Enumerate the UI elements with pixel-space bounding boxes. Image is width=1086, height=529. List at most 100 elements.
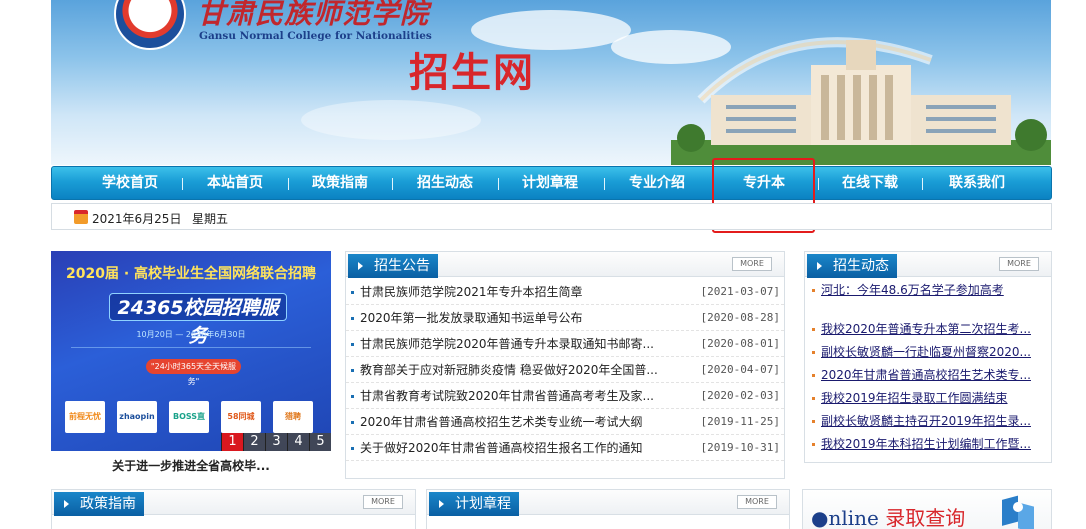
triangle-right-icon <box>817 262 822 270</box>
slider-logo-tiles: 前程无忧 zhaopin BOSS直聘 58同城 猎聘 <box>65 401 325 435</box>
slider-tile: zhaopin <box>117 401 157 433</box>
image-slider[interactable]: 2020届 · 高校毕业生全国网络联合招聘 24365校园招聘服务 10月20日… <box>51 251 331 451</box>
list-item[interactable]: 甘肃省教育考试院致2020年甘肃省普通高考考生及家... [2020-02-03] <box>346 383 784 409</box>
list-item[interactable]: 2020年第一批发放录取通知书运单号公布 [2020-08-28] <box>346 305 784 331</box>
dynamics-tab[interactable]: 招生动态 <box>807 254 897 278</box>
list-item-title: 2020年甘肃省普通高校招生艺术类专业统一考试大纲 <box>360 415 643 429</box>
nav-item-download[interactable]: 在线下载 <box>820 167 920 199</box>
nav-item-majors[interactable]: 专业介绍 <box>607 167 707 199</box>
list-item[interactable]: 甘肃民族师范学院2020年普通专升本录取通知书邮寄... [2020-08-01] <box>346 331 784 357</box>
plans-tab[interactable]: 计划章程 <box>429 492 519 516</box>
slider-caption[interactable]: 关于进一步推进全省高校毕... <box>51 457 331 474</box>
banner-cloud <box>301 100 481 140</box>
list-item-date: [2020-04-07] <box>700 363 780 376</box>
bullet-icon <box>812 328 815 331</box>
list-item-title: 我校2019年本科招生计划编制工作暨... <box>821 437 1031 451</box>
list-item[interactable]: 关于做好2020年甘肃省普通高校招生报名工作的通知 [2019-10-31] <box>346 435 784 461</box>
policy-tab[interactable]: 政策指南 <box>54 492 144 516</box>
slider-page-3[interactable]: 3 <box>265 433 287 451</box>
list-item-title: 甘肃民族师范学院2021年专升本招生简章 <box>360 285 583 299</box>
nav-separator <box>182 178 183 190</box>
nav-item-school-home[interactable]: 学校首页 <box>80 167 180 199</box>
slider-date-range: 10月20日 — 2020年6月30日 <box>136 330 246 339</box>
notices-tab[interactable]: 招生公告 <box>348 254 438 278</box>
bullet-icon <box>351 317 354 320</box>
calendar-icon <box>74 210 88 224</box>
notices-more-button[interactable]: MORE <box>732 257 772 271</box>
list-item-title: 我校2019年招生录取工作圆满结束 <box>821 391 1008 405</box>
list-item[interactable]: 副校长敏贤麟主持召开2019年招生录... <box>805 410 1051 433</box>
nav-item-site-home[interactable]: 本站首页 <box>185 167 285 199</box>
list-item-title: 副校长敏贤麟一行赴临夏州督察2020... <box>821 345 1031 359</box>
list-item-date: [2020-08-01] <box>700 337 780 350</box>
slider-divider <box>71 347 311 348</box>
nav-item-contact[interactable]: 联系我们 <box>924 167 1030 199</box>
slider-page-1[interactable]: 1 <box>221 433 243 451</box>
list-item[interactable]: 我校2020年普通专升本第二次招生考... <box>805 318 1051 341</box>
plans-more-button[interactable]: MORE <box>737 495 777 509</box>
list-item[interactable]: 副校长敏贤麟一行赴临夏州督察2020... <box>805 341 1051 364</box>
panel-header: 招生动态 MORE <box>805 252 1051 278</box>
list-item[interactable]: 甘肃民族师范学院2021年专升本招生简章 [2021-03-07] <box>346 279 784 305</box>
policy-more-button[interactable]: MORE <box>363 495 403 509</box>
nav-separator <box>288 178 289 190</box>
triangle-right-icon <box>358 262 363 270</box>
dynamics-more-button[interactable]: MORE <box>999 257 1039 271</box>
slider-tile: 前程无忧 <box>65 401 105 433</box>
list-item[interactable]: 教育部关于应对新冠肺炎疫情 稳妥做好2020年全国普... [2020-04-07… <box>346 357 784 383</box>
list-item-date: [2020-02-03] <box>700 389 780 402</box>
nav-separator <box>712 178 713 190</box>
slider-tile: 猎聘 <box>273 401 313 433</box>
nav-separator <box>922 178 923 190</box>
slider-pill: "24小时365天全天候服务" <box>146 359 241 386</box>
dynamics-list: 河北：今年48.6万名学子参加高考 我校2020年普通专升本第二次招生考... … <box>805 279 1051 463</box>
school-logo[interactable] <box>114 0 186 50</box>
slider-tile: 58同城 <box>221 401 261 433</box>
list-item[interactable]: 2020年甘肃省普通高校招生艺术类专... <box>805 364 1051 387</box>
site-title: 招生网 <box>409 49 535 96</box>
nav-item-plans[interactable]: 计划章程 <box>500 167 600 199</box>
nav-item-admission-news[interactable]: 招生动态 <box>395 167 495 199</box>
notices-title: 招生公告 <box>374 258 430 274</box>
list-item-title: 甘肃省教育考试院致2020年甘肃省普通高考考生及家... <box>360 389 654 403</box>
list-item-title: 2020年甘肃省普通高校招生艺术类专... <box>821 368 1031 382</box>
bullet-icon <box>812 351 815 354</box>
bullet-icon <box>351 343 354 346</box>
bullet-icon <box>812 289 815 292</box>
plans-title: 计划章程 <box>455 496 511 512</box>
current-date: 2021年6月25日 <box>92 212 182 226</box>
list-item[interactable]: 河北：今年48.6万名学子参加高考 <box>805 279 1051 302</box>
nav-item-upgrade[interactable]: 专升本 <box>714 167 814 199</box>
bullet-icon <box>351 421 354 424</box>
slider-page-4[interactable]: 4 <box>287 433 309 451</box>
triangle-right-icon <box>64 500 69 508</box>
slider-tile: BOSS直聘 <box>169 401 209 433</box>
main-nav: 学校首页 本站首页 政策指南 招生动态 计划章程 专业介绍 专升本 在线下载 联… <box>51 166 1052 200</box>
online-admission-query[interactable]: ●nline 录取查询 <box>802 489 1052 529</box>
bullet-icon <box>351 447 354 450</box>
bullet-icon <box>351 395 354 398</box>
nav-item-policy[interactable]: 政策指南 <box>290 167 390 199</box>
policy-panel: 政策指南 MORE <box>51 489 416 529</box>
bullet-icon <box>351 291 354 294</box>
list-item-date: [2019-10-31] <box>700 441 780 454</box>
date-bar: 2021年6月25日 星期五 <box>51 203 1052 230</box>
list-item-title: 我校2020年普通专升本第二次招生考... <box>821 322 1031 336</box>
list-item-title: 甘肃民族师范学院2020年普通专升本录取通知书邮寄... <box>360 337 654 351</box>
list-item[interactable]: 2020年甘肃省普通高校招生艺术类专业统一考试大纲 [2019-11-25] <box>346 409 784 435</box>
school-name-en: Gansu Normal College for Nationalities <box>199 30 432 42</box>
slider-page-2[interactable]: 2 <box>243 433 265 451</box>
panel-header: 政策指南 MORE <box>52 490 415 516</box>
nav-separator <box>498 178 499 190</box>
list-item-title: 教育部关于应对新冠肺炎疫情 稳妥做好2020年全国普... <box>360 363 658 377</box>
list-item[interactable]: 我校2019年本科招生计划编制工作暨... <box>805 433 1051 456</box>
list-item-title: 关于做好2020年甘肃省普通高校招生报名工作的通知 <box>360 441 643 455</box>
nav-separator <box>818 178 819 190</box>
nav-separator <box>604 178 605 190</box>
list-item[interactable]: 我校2019年招生录取工作圆满结束 <box>805 387 1051 410</box>
slider-page-5[interactable]: 5 <box>309 433 331 451</box>
slider-pager: 1 2 3 4 5 <box>221 433 331 451</box>
search-person-icon <box>1002 495 1034 529</box>
online-query-label: ●nline 录取查询 <box>811 502 965 529</box>
bullet-icon <box>812 420 815 423</box>
